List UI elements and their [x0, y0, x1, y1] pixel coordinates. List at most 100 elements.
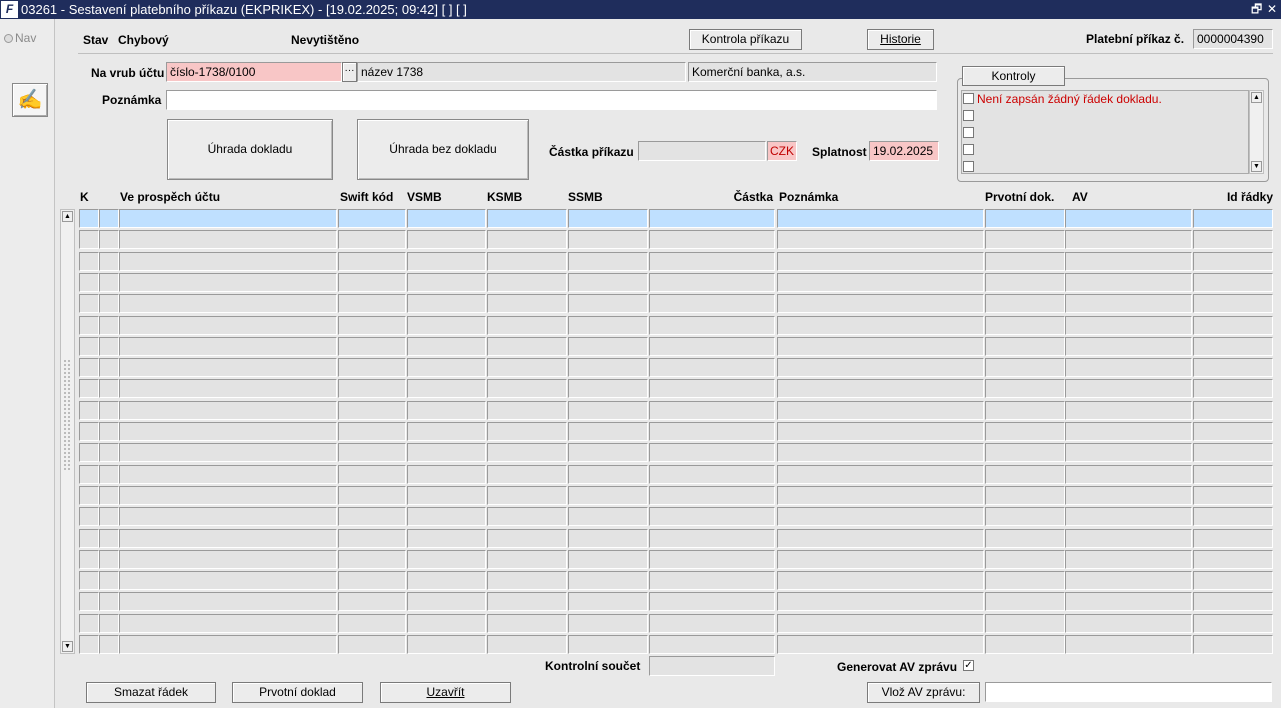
table-cell[interactable]	[649, 635, 775, 654]
vloz-av-button[interactable]: Vlož AV zprávu:	[867, 682, 980, 703]
table-cell[interactable]	[985, 336, 1065, 356]
close-icon[interactable]: ✕	[1267, 0, 1277, 19]
scroll-up-icon[interactable]: ▲	[1251, 92, 1262, 103]
table-cell[interactable]	[407, 485, 486, 505]
table-cell[interactable]	[1065, 485, 1192, 505]
table-cell[interactable]	[79, 507, 99, 527]
table-cell[interactable]	[99, 294, 119, 314]
table-cell[interactable]	[99, 315, 119, 335]
table-cell[interactable]	[985, 635, 1065, 654]
table-cell[interactable]	[1193, 251, 1273, 271]
table-cell[interactable]	[1065, 358, 1192, 378]
table-cell[interactable]	[119, 507, 337, 527]
table-cell[interactable]	[649, 507, 775, 527]
table-cell[interactable]	[1065, 251, 1192, 271]
table-cell[interactable]	[985, 251, 1065, 271]
table-cell[interactable]	[1065, 635, 1192, 654]
table-cell[interactable]	[1193, 592, 1273, 612]
uhrada-dokladu-button[interactable]: Úhrada dokladu	[167, 119, 333, 180]
restore-icon[interactable]: 🗗	[1251, 0, 1262, 19]
table-cell[interactable]	[649, 422, 775, 441]
table-cell[interactable]	[1065, 422, 1192, 441]
table-cell[interactable]	[119, 528, 337, 548]
table-cell[interactable]	[99, 485, 119, 505]
table-cell[interactable]	[487, 379, 567, 399]
table-cell[interactable]	[487, 443, 567, 463]
table-cell[interactable]	[777, 209, 984, 228]
scroll-up-icon[interactable]: ▲	[62, 211, 73, 222]
table-cell[interactable]	[568, 549, 648, 569]
table-cell[interactable]	[1193, 209, 1273, 228]
table-cell[interactable]	[79, 358, 99, 378]
table-cell[interactable]	[1065, 507, 1192, 527]
table-cell[interactable]	[407, 571, 486, 591]
table-cell[interactable]	[119, 358, 337, 378]
table-cell[interactable]	[99, 613, 119, 633]
table-cell[interactable]	[407, 336, 486, 356]
table-cell[interactable]	[985, 209, 1065, 228]
table-cell[interactable]	[338, 230, 406, 250]
table-cell[interactable]	[985, 422, 1065, 441]
table-cell[interactable]	[649, 336, 775, 356]
table-cell[interactable]	[119, 549, 337, 569]
table-cell[interactable]	[649, 571, 775, 591]
uzavrit-button[interactable]: Uzavřít	[380, 682, 511, 703]
table-cell[interactable]	[487, 358, 567, 378]
table-cell[interactable]	[487, 251, 567, 271]
kontrola-checkbox[interactable]	[963, 161, 974, 172]
table-cell[interactable]	[568, 464, 648, 484]
table-cell[interactable]	[1193, 422, 1273, 441]
table-cell[interactable]	[777, 294, 984, 314]
table-cell[interactable]	[338, 549, 406, 569]
table-cell[interactable]	[1065, 464, 1192, 484]
table-cell[interactable]	[568, 528, 648, 548]
table-cell[interactable]	[79, 272, 99, 292]
table-cell[interactable]	[649, 528, 775, 548]
table-cell[interactable]	[99, 549, 119, 569]
table-cell[interactable]	[119, 336, 337, 356]
table-cell[interactable]	[777, 336, 984, 356]
table-cell[interactable]	[119, 294, 337, 314]
table-cell[interactable]	[99, 230, 119, 250]
table-cell[interactable]	[407, 272, 486, 292]
table-cell[interactable]	[487, 209, 567, 228]
table-cell[interactable]	[99, 464, 119, 484]
table-cell[interactable]	[487, 315, 567, 335]
scroll-down-icon[interactable]: ▼	[62, 641, 73, 652]
table-cell[interactable]	[79, 528, 99, 548]
table-cell[interactable]	[1065, 379, 1192, 399]
table-cell[interactable]	[338, 358, 406, 378]
table-cell[interactable]	[407, 230, 486, 250]
smazat-radek-button[interactable]: Smazat řádek	[86, 682, 216, 703]
table-cell[interactable]	[79, 336, 99, 356]
lookup-button[interactable]: ···	[342, 62, 357, 82]
vloz-av-input[interactable]	[985, 682, 1272, 702]
nav-radio[interactable]: Nav	[4, 31, 36, 45]
table-cell[interactable]	[568, 251, 648, 271]
historie-button[interactable]: Historie	[867, 29, 934, 50]
table-cell[interactable]	[79, 549, 99, 569]
table-cell[interactable]	[119, 315, 337, 335]
table-cell[interactable]	[777, 485, 984, 505]
kontrola-checkbox[interactable]	[963, 127, 974, 138]
table-cell[interactable]	[985, 230, 1065, 250]
table-cell[interactable]	[487, 464, 567, 484]
table-cell[interactable]	[407, 251, 486, 271]
table-cell[interactable]	[568, 379, 648, 399]
table-cell[interactable]	[649, 209, 775, 228]
table-cell[interactable]	[777, 379, 984, 399]
table-cell[interactable]	[1193, 613, 1273, 633]
table-cell[interactable]	[79, 485, 99, 505]
table-cell[interactable]	[1193, 635, 1273, 654]
table-cell[interactable]	[985, 400, 1065, 420]
table-cell[interactable]	[407, 635, 486, 654]
table-cell[interactable]	[119, 571, 337, 591]
table-cell[interactable]	[985, 294, 1065, 314]
table-cell[interactable]	[119, 209, 337, 228]
table-cell[interactable]	[338, 635, 406, 654]
table-cell[interactable]	[777, 272, 984, 292]
table-cell[interactable]	[649, 358, 775, 378]
table-cell[interactable]	[649, 464, 775, 484]
table-cell[interactable]	[119, 592, 337, 612]
kontroly-scrollbar[interactable]: ▲ ▼	[1249, 90, 1264, 174]
